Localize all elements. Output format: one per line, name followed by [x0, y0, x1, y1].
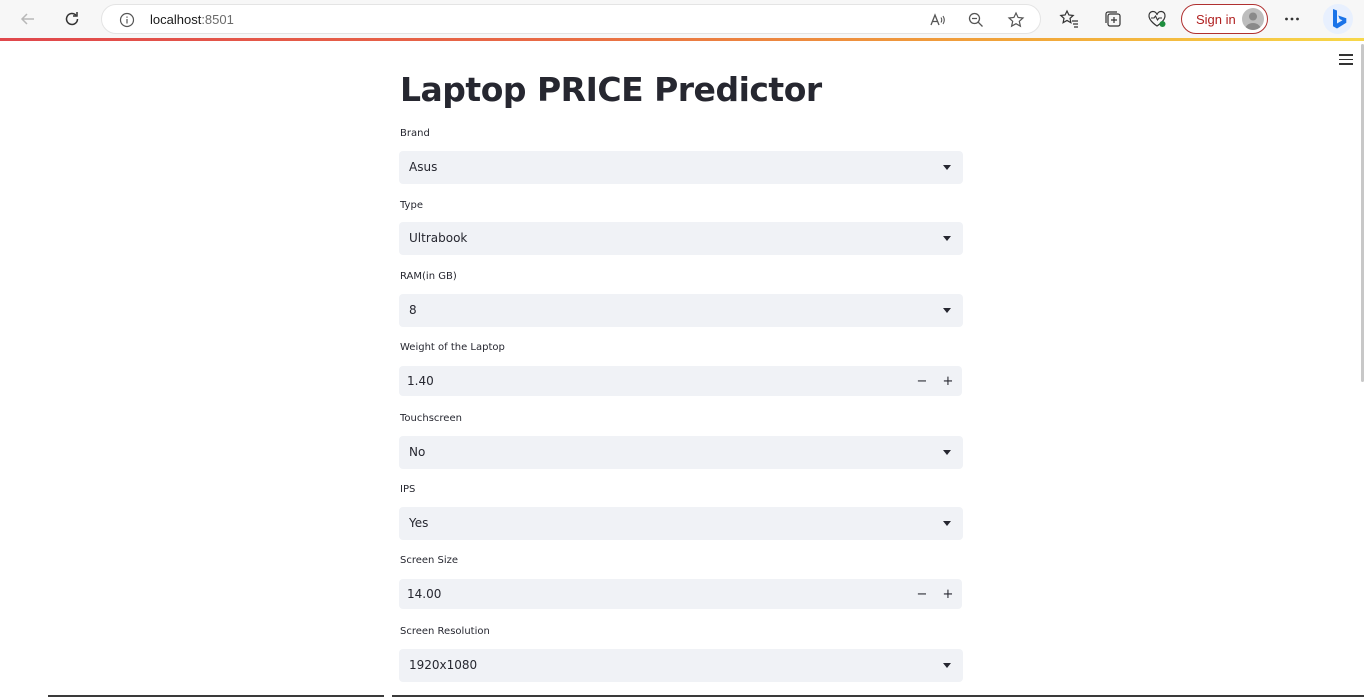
chevron-down-icon [943, 308, 951, 313]
avatar-icon [1242, 8, 1264, 30]
favorites-icon[interactable] [1057, 7, 1081, 31]
bing-copilot-icon[interactable] [1322, 3, 1354, 35]
page-load-bar [0, 38, 1364, 41]
read-aloud-icon[interactable] [926, 9, 948, 31]
screen-size-decrement-button[interactable]: − [909, 579, 935, 609]
url-port: :8501 [201, 12, 234, 27]
page-title: Laptop PRICE Predictor [400, 70, 822, 109]
screen-size-value[interactable]: 14.00 [407, 587, 441, 601]
browser-essentials-icon[interactable] [1145, 7, 1169, 31]
brand-select[interactable]: Asus [399, 151, 963, 184]
reload-icon[interactable] [60, 7, 84, 31]
zoom-out-icon[interactable] [965, 9, 987, 31]
weight-number-input[interactable]: 1.40 − + [399, 366, 962, 396]
touchscreen-label: Touchscreen [400, 413, 462, 424]
sign-in-label: Sign in [1196, 12, 1236, 27]
ram-select[interactable]: 8 [399, 294, 963, 327]
ips-label: IPS [400, 484, 416, 495]
weight-decrement-button[interactable]: − [909, 366, 935, 396]
brand-value: Asus [409, 160, 438, 174]
address-bar[interactable]: localhost:8501 [101, 4, 1041, 34]
screen-size-label: Screen Size [400, 555, 459, 566]
weight-label: Weight of the Laptop [400, 342, 505, 353]
ips-value: Yes [409, 516, 429, 530]
favorite-star-icon[interactable] [1005, 9, 1027, 31]
collections-icon[interactable] [1101, 7, 1125, 31]
type-value: Ultrabook [409, 231, 468, 245]
chevron-down-icon [943, 236, 951, 241]
screen-resolution-label: Screen Resolution [400, 626, 490, 637]
type-label: Type [400, 200, 423, 211]
weight-value[interactable]: 1.40 [407, 374, 434, 388]
ips-select[interactable]: Yes [399, 507, 963, 540]
hamburger-menu-icon[interactable] [1339, 54, 1353, 65]
touchscreen-select[interactable]: No [399, 436, 963, 469]
screen-resolution-select[interactable]: 1920x1080 [399, 649, 963, 682]
chevron-down-icon [943, 450, 951, 455]
screen-size-number-input[interactable]: 14.00 − + [399, 579, 962, 609]
site-info-icon[interactable] [116, 9, 138, 31]
chevron-down-icon [943, 521, 951, 526]
back-arrow-icon[interactable] [16, 7, 40, 31]
more-options-icon[interactable] [1280, 7, 1304, 31]
ram-value: 8 [409, 303, 417, 317]
browser-toolbar: localhost:8501 Sign in [0, 0, 1364, 38]
weight-increment-button[interactable]: + [935, 366, 961, 396]
url-host: localhost [150, 12, 202, 27]
screen-size-increment-button[interactable]: + [935, 579, 961, 609]
ram-label: RAM(in GB) [400, 271, 457, 282]
chevron-down-icon [943, 663, 951, 668]
sign-in-button[interactable]: Sign in [1181, 4, 1268, 34]
chevron-down-icon [943, 165, 951, 170]
brand-label: Brand [400, 128, 430, 139]
url-text[interactable]: localhost:8501 [150, 12, 234, 27]
type-select[interactable]: Ultrabook [399, 222, 963, 255]
touchscreen-value: No [409, 445, 426, 459]
screen-resolution-value: 1920x1080 [409, 658, 478, 672]
